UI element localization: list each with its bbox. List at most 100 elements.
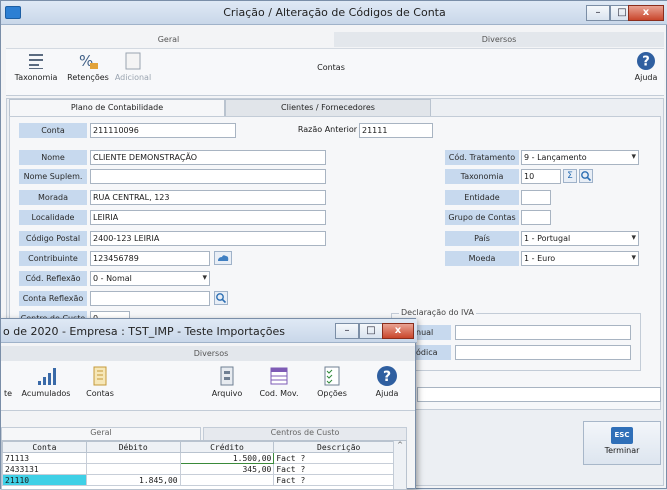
taxonomia-button[interactable]: Taxonomia	[9, 51, 63, 82]
taxonomia-sum-button[interactable]: Σ	[563, 169, 577, 183]
taxonomia-label: Taxonomia	[445, 169, 519, 184]
cod-tratamento-label: Cód. Tratamento	[445, 150, 519, 165]
table-row[interactable]: 2433131 345,00 Fact ?	[2, 463, 404, 475]
opcoes-button[interactable]: Opções	[309, 365, 355, 398]
entidade-field[interactable]	[521, 190, 551, 205]
taxonomia-field[interactable]: 10	[521, 169, 561, 184]
search-icon	[216, 293, 227, 304]
cell-debito[interactable]	[85, 463, 181, 475]
pais-select[interactable]: 1 - Portugal	[521, 231, 639, 246]
column-header-conta[interactable]: Conta	[2, 441, 87, 453]
cod-tratamento-select[interactable]: 9 - Lançamento	[521, 150, 639, 165]
cod-mov-button[interactable]: Cod. Mov.	[253, 365, 305, 398]
grupo-contas-field[interactable]	[521, 210, 551, 225]
morada-label: Morada	[19, 190, 87, 205]
iva-periodica-field[interactable]	[455, 345, 631, 360]
retencoes-button[interactable]: % Retenções	[65, 51, 111, 82]
cell-descricao[interactable]: Fact ?	[273, 474, 404, 486]
codigo-postal-field[interactable]: 2400-123 LEIRIA	[90, 231, 326, 246]
ledger-icon	[93, 366, 107, 386]
iva-mensal-field[interactable]	[455, 325, 631, 340]
table-icon	[270, 367, 288, 385]
esc-key-icon: ESC	[611, 427, 633, 444]
ribbon-tab-geral[interactable]: Geral	[6, 32, 331, 47]
secondary-ribbon-tab[interactable]: Diversos	[1, 346, 415, 361]
cell-descricao[interactable]: Fact ?	[273, 452, 404, 464]
contribuinte-label: Contribuinte	[19, 251, 87, 266]
taxonomia-search-button[interactable]	[579, 169, 593, 183]
secondary-help-button[interactable]: ? Ajuda	[365, 365, 409, 398]
tab-plano-contabilidade[interactable]: Plano de Contabilidade	[9, 99, 225, 116]
partial-icon	[1, 365, 15, 389]
secondary-title-bar: o de 2020 - Empresa : TST_IMP - Teste Im…	[1, 319, 417, 343]
localidade-label: Localidade	[19, 210, 87, 225]
iva-periodica-label: ódica	[413, 345, 451, 360]
codigo-postal-label: Código Postal	[19, 231, 87, 246]
blank-doc-icon	[125, 52, 141, 70]
razao-anterior-field[interactable]: 21111	[359, 123, 433, 138]
help-button[interactable]: ? Ajuda	[628, 51, 664, 82]
secondary-close-button[interactable]: x	[382, 323, 414, 339]
help-icon: ?	[377, 366, 397, 386]
nome-suplem-field[interactable]	[90, 169, 326, 184]
cell-credito[interactable]	[179, 474, 275, 486]
cell-descricao[interactable]: Fact ?	[273, 463, 404, 475]
moeda-label: Moeda	[445, 251, 519, 266]
morada-field[interactable]: RUA CENTRAL, 123	[90, 190, 326, 205]
tab-clientes-fornecedores[interactable]: Clientes / Fornecedores	[225, 99, 431, 116]
subtab-centros-custo[interactable]: Centros de Custo	[203, 427, 407, 440]
cell-credito-active[interactable]: 1.500,00	[179, 452, 275, 464]
contribuinte-field[interactable]: 123456789	[90, 251, 210, 266]
column-header-credito[interactable]: Crédito	[179, 441, 275, 453]
cell-conta[interactable]: 2433131	[2, 463, 87, 475]
arquivo-button[interactable]: Arquivo	[205, 365, 249, 398]
column-header-descricao[interactable]: Descrição	[273, 441, 404, 453]
grid-header-row: Conta Débito Crédito Descrição	[2, 441, 404, 453]
cell-conta-selected[interactable]: 21110	[2, 474, 87, 486]
checklist-icon	[324, 366, 340, 386]
conta-reflexao-search-button[interactable]	[214, 291, 228, 305]
bar-chart-icon	[38, 368, 56, 385]
localidade-field[interactable]: LEIRIA	[90, 210, 326, 225]
cod-reflexao-select[interactable]: 0 - Nomal	[90, 271, 210, 286]
acumulados-button[interactable]: Acumulados	[19, 365, 73, 398]
contas-button[interactable]: Contas	[77, 365, 123, 398]
close-button[interactable]: x	[628, 5, 664, 21]
column-header-debito[interactable]: Débito	[85, 441, 181, 453]
cell-conta[interactable]: 71113	[2, 452, 87, 464]
entidade-label: Entidade	[445, 190, 519, 205]
secondary-window: o de 2020 - Empresa : TST_IMP - Teste Im…	[0, 318, 417, 490]
notes-field[interactable]	[417, 387, 661, 402]
cod-reflexao-label: Cód. Reflexão	[19, 271, 87, 286]
nome-field[interactable]: CLIENTE DEMONSTRAÇÃO	[90, 150, 326, 165]
subtab-geral[interactable]: Geral	[1, 427, 201, 440]
cell-debito[interactable]	[85, 452, 181, 464]
cloud-icon	[218, 255, 229, 261]
cell-credito[interactable]: 345,00	[179, 463, 275, 475]
table-row[interactable]: 71113 1.500,00 Fact ?	[2, 452, 404, 464]
iva-mensal-label: nual	[413, 325, 451, 340]
terminar-button[interactable]: ESC Terminar	[583, 421, 661, 465]
secondary-maximize-button[interactable]: □	[359, 323, 383, 339]
secondary-partial-button[interactable]: te	[1, 365, 15, 398]
ribbon-tab-diversos[interactable]: Diversos	[334, 32, 664, 47]
secondary-minimize-button[interactable]: –	[335, 323, 359, 339]
cell-debito[interactable]: 1.845,00	[85, 474, 181, 486]
minimize-button[interactable]: –	[586, 5, 610, 21]
grid-scrollbar[interactable]: ^	[393, 441, 406, 489]
conta-field[interactable]: 211110096	[90, 123, 236, 138]
list-icon	[29, 54, 43, 69]
grupo-contas-label: Grupo de Contas	[445, 210, 519, 225]
moeda-select[interactable]: 1 - Euro	[521, 251, 639, 266]
movements-grid: Conta Débito Crédito Descrição 71113 1.5…	[1, 440, 407, 490]
conta-label: Conta	[19, 123, 87, 138]
search-icon	[581, 171, 592, 182]
table-row[interactable]: 21110 1.845,00 Fact ?	[2, 474, 404, 486]
razao-anterior-label: Razão Anterior	[297, 125, 357, 134]
cloud-lookup-button[interactable]	[214, 251, 232, 265]
conta-reflexao-field[interactable]	[90, 291, 210, 306]
adicional-button[interactable]: Adicional	[113, 51, 153, 82]
iva-group-title: Declaração do IVA	[399, 308, 476, 317]
window-title: Criação / Alteração de Códigos de Conta	[223, 6, 446, 19]
secondary-window-title: o de 2020 - Empresa : TST_IMP - Teste Im…	[3, 325, 285, 338]
